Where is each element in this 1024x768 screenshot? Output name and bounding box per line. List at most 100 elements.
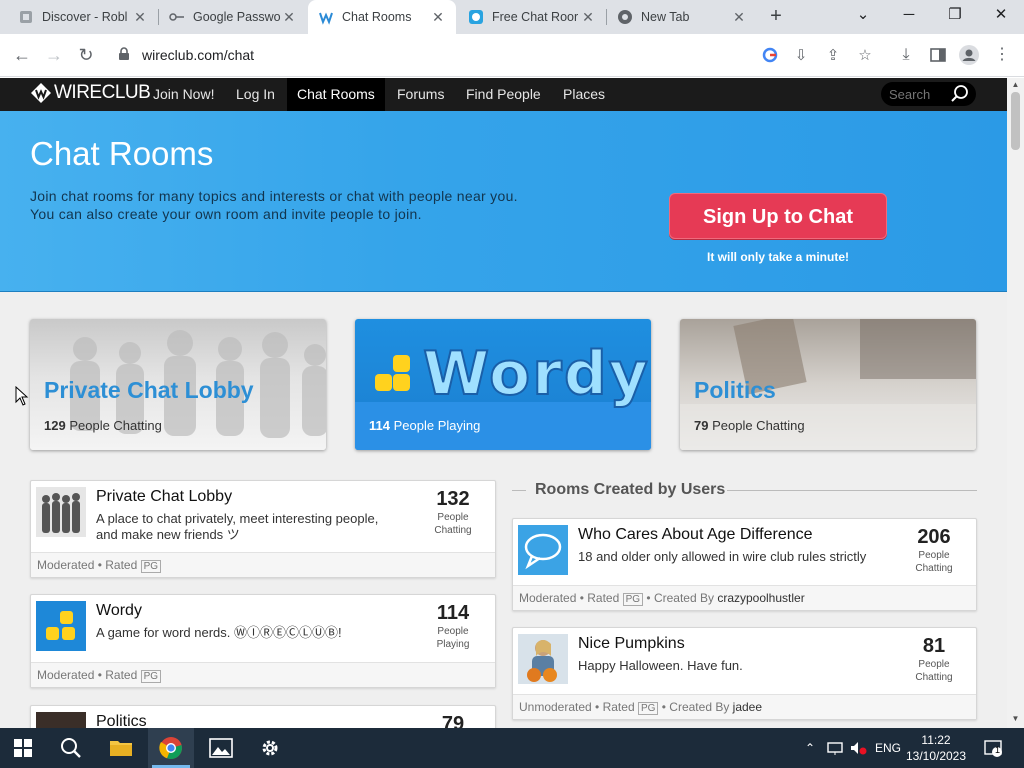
chrome-taskbar-button[interactable] [148, 728, 194, 768]
taskbar-clock[interactable]: 11:22 13/10/2023 [904, 732, 968, 764]
scrollbar-thumb[interactable] [1011, 92, 1020, 150]
start-button[interactable] [0, 728, 46, 768]
room-count-label2: Playing [436, 639, 470, 650]
rooms-created-by-users-header: Rooms Created by Users [512, 481, 977, 498]
creator-link[interactable]: crazypoolhustler [717, 591, 804, 605]
room-name[interactable]: Who Cares About Age Difference [578, 526, 813, 544]
sign-up-to-chat-button[interactable]: Sign Up to Chat [669, 193, 887, 239]
new-tab-button[interactable]: + [764, 6, 788, 28]
reload-button[interactable]: ↻ [74, 44, 98, 68]
site-search-box[interactable] [881, 82, 976, 106]
featured-tile-politics[interactable]: Politics 79 People Chatting [680, 319, 976, 450]
url-text[interactable]: wireclub.com/chat [142, 47, 254, 63]
downloads-icon[interactable]: ⤓ [895, 44, 917, 66]
room-user-count: 114 People Playing [423, 602, 483, 651]
browser-tab-new-tab[interactable]: New Tab ✕ [607, 0, 757, 34]
nav-forums[interactable]: Forums [387, 78, 454, 111]
lock-icon[interactable] [118, 47, 130, 66]
back-button[interactable]: ← [10, 44, 34, 68]
room-card-wordy[interactable]: Wordy A game for word nerds. ⓌⒾⓇⒺⒸⓁⓊⒷ! 1… [30, 594, 496, 688]
tile-count-label: People Chatting [69, 418, 162, 433]
tab-search-icon[interactable]: ⌄ [848, 4, 878, 28]
room-name[interactable]: Politics [96, 713, 147, 728]
browser-tab-chat-rooms[interactable]: Chat Rooms ✕ [308, 0, 456, 34]
tile-count-number: 129 [44, 418, 66, 433]
show-hidden-icons-chevron-icon[interactable]: ⌃ [802, 728, 818, 768]
browser-menu-icon[interactable]: ⋮ [991, 44, 1013, 66]
close-icon[interactable]: ✕ [430, 9, 446, 26]
room-meta: Unmoderated • Rated PG • Created By jade… [513, 694, 976, 719]
featured-tile-private-chat-lobby[interactable]: Private Chat Lobby 129 People Chatting [30, 319, 326, 450]
room-name[interactable]: Wordy [96, 602, 142, 620]
windows-logo-icon [14, 739, 32, 757]
room-meta: Moderated • Rated PG [31, 662, 495, 687]
room-count-number: 132 [436, 488, 470, 510]
browser-tab-google-passwords[interactable]: Google Passwo ✕ [159, 0, 307, 34]
nav-find-people[interactable]: Find People [456, 78, 551, 111]
tile-title[interactable]: Politics [694, 377, 776, 404]
room-name[interactable]: Private Chat Lobby [96, 488, 232, 506]
browser-tab-discover[interactable]: Discover - Robl ✕ [8, 0, 158, 34]
bookmark-star-icon[interactable]: ☆ [855, 45, 875, 65]
room-description: A game for word nerds. ⓌⒾⓇⒺⒸⓁⓊⒷ! [96, 625, 342, 640]
volume-muted-icon[interactable] [850, 728, 868, 768]
moderation-status: Moderated [519, 591, 577, 605]
close-window-button[interactable]: ✕ [986, 4, 1016, 28]
room-thumbnail [36, 601, 86, 651]
section-title: Rooms Created by Users [535, 481, 726, 498]
nav-log-in[interactable]: Log In [226, 78, 285, 111]
room-card-who-cares-about-age-difference[interactable]: Who Cares About Age Difference 18 and ol… [512, 518, 977, 611]
browser-tab-free-chat[interactable]: Free Chat Roor ✕ [458, 0, 606, 34]
close-icon[interactable]: ✕ [132, 9, 148, 26]
minimize-button[interactable]: ─ [894, 4, 924, 28]
google-lens-icon[interactable] [760, 45, 780, 65]
share-icon[interactable]: ⇪ [823, 45, 843, 65]
room-name[interactable]: Nice Pumpkins [578, 635, 685, 653]
featured-tile-wordy[interactable]: Wordy 114 People Playing [355, 319, 651, 450]
notification-count: 1 [995, 745, 1001, 755]
side-panel-icon[interactable] [927, 44, 949, 66]
address-bar[interactable]: wireclub.com/chat ⇩ ⇪ ☆ [106, 39, 886, 71]
creator-link[interactable]: jadee [733, 700, 762, 714]
restore-button[interactable]: ❐ [940, 4, 970, 28]
install-app-icon[interactable]: ⇩ [791, 45, 811, 65]
forward-button[interactable]: → [42, 44, 66, 68]
search-input[interactable] [889, 85, 953, 103]
room-card-politics[interactable]: Politics 79 [30, 705, 496, 728]
room-thumbnail [36, 487, 86, 537]
room-card-nice-pumpkins[interactable]: Nice Pumpkins Happy Halloween. Have fun.… [512, 627, 977, 720]
room-card-private-chat-lobby[interactable]: Private Chat Lobby A place to chat priva… [30, 480, 496, 578]
tile-count: 114 People Playing [369, 418, 480, 433]
mouse-cursor-icon [15, 385, 29, 411]
logo-text: WIRECLUB [54, 82, 151, 103]
language-indicator[interactable]: ENG [872, 728, 904, 768]
tab-label: Chat Rooms [342, 10, 412, 24]
close-icon[interactable]: ✕ [580, 9, 596, 26]
network-icon[interactable] [826, 728, 844, 768]
rating-badge: PG [140, 670, 162, 683]
profile-avatar-icon[interactable] [958, 44, 980, 66]
tile-count: 79 People Chatting [694, 418, 805, 433]
nav-chat-rooms[interactable]: Chat Rooms [287, 78, 385, 111]
scroll-up-arrow-icon[interactable]: ▲ [1007, 80, 1024, 89]
search-icon[interactable] [950, 84, 970, 109]
hero-divider [0, 291, 1007, 292]
nav-join-now[interactable]: Join Now! [143, 78, 224, 111]
scroll-down-arrow-icon[interactable]: ▼ [1007, 714, 1024, 723]
photos-button[interactable] [198, 728, 244, 768]
wireclub-logo[interactable]: WIRECLUB [30, 82, 151, 104]
tile-title[interactable]: Private Chat Lobby [44, 377, 254, 404]
search-button[interactable] [48, 728, 94, 768]
close-icon[interactable]: ✕ [281, 9, 297, 26]
notification-center-button[interactable]: 1 [980, 728, 1006, 768]
page-scrollbar[interactable]: ▲ ▼ [1007, 78, 1024, 728]
nav-places[interactable]: Places [553, 78, 615, 111]
page-viewport: WIRECLUB Join Now! Log In Chat Rooms For… [0, 78, 1024, 728]
file-explorer-button[interactable] [98, 728, 144, 768]
room-count-label2: Chatting [915, 563, 953, 574]
wireclub-favicon-icon [318, 9, 334, 25]
close-icon[interactable]: ✕ [731, 9, 747, 26]
room-description: A place to chat privately, meet interest… [96, 511, 378, 543]
settings-button[interactable] [247, 728, 293, 768]
room-count-number: 81 [922, 635, 946, 657]
